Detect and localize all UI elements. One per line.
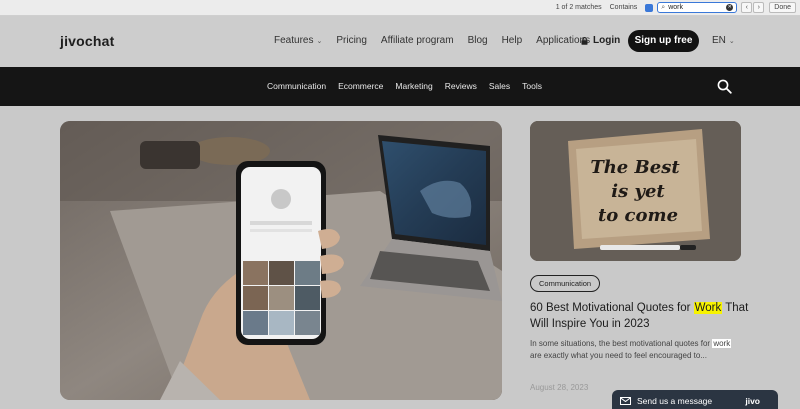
find-bar: 1 of 2 matches Contains ⌕ work ✕ ‹ › Don… <box>0 0 800 16</box>
chat-widget[interactable]: Send us a message jivo <box>612 390 778 409</box>
category-tools[interactable]: Tools <box>522 81 542 91</box>
language-label: EN <box>712 35 726 46</box>
article-excerpt-end: are exactly what you need to feel encour… <box>530 350 708 360</box>
phone-laptop-photo <box>60 121 502 400</box>
search-highlight: work <box>712 339 732 348</box>
chevron-down-icon: ⌄ <box>728 38 735 45</box>
search-icon[interactable] <box>717 79 732 94</box>
nav-affiliate[interactable]: Affiliate program <box>381 35 454 46</box>
category-nav: Communication Ecommerce Marketing Review… <box>267 81 554 91</box>
category-sales[interactable]: Sales <box>489 81 510 91</box>
quote-board-photo: The Best is yet to come <box>530 121 741 261</box>
find-options-icon[interactable] <box>645 3 654 12</box>
nav-blog[interactable]: Blog <box>468 35 488 46</box>
nav-features-label: Features <box>274 35 314 46</box>
find-mode-dropdown[interactable]: Contains <box>610 4 638 11</box>
article-excerpt-start: In some situations, the best motivationa… <box>530 339 713 348</box>
signup-button[interactable]: Sign up free <box>628 30 699 52</box>
find-next-button[interactable]: › <box>753 2 765 13</box>
find-done-button[interactable]: Done <box>769 2 796 13</box>
article-title[interactable]: 60 Best Motivational Quotes for Work Tha… <box>530 300 750 332</box>
mail-icon <box>620 397 631 405</box>
login-label: Login <box>593 35 621 46</box>
lock-icon <box>581 36 588 45</box>
chevron-down-icon: ⌄ <box>316 38 323 45</box>
main-nav: Features ⌄ Pricing Affiliate program Blog… <box>274 35 604 46</box>
article-date: August 28, 2023 <box>530 383 589 392</box>
nav-help[interactable]: Help <box>502 35 523 46</box>
site-header: jivochat Features ⌄ Pricing Affiliate pro… <box>0 16 800 67</box>
category-communication[interactable]: Communication <box>267 81 326 91</box>
category-bar: Communication Ecommerce Marketing Review… <box>0 67 800 106</box>
logo[interactable]: jivochat <box>60 33 115 49</box>
clear-icon[interactable]: ✕ <box>726 4 734 11</box>
login-link[interactable]: Login <box>581 35 620 46</box>
find-input[interactable]: ⌕ work ✕ <box>657 2 738 13</box>
find-match-count: 1 of 2 matches <box>555 4 602 11</box>
search-highlight: Work <box>693 302 723 314</box>
category-badge[interactable]: Communication <box>530 275 601 292</box>
category-ecommerce[interactable]: Ecommerce <box>338 81 383 91</box>
image-text-line-1: The Best <box>590 157 680 178</box>
nav-features[interactable]: Features ⌄ <box>274 35 322 46</box>
chat-label: Send us a message <box>637 396 713 406</box>
nav-pricing[interactable]: Pricing <box>336 35 367 46</box>
find-input-value: work <box>668 4 683 11</box>
image-text-line-2: is yet <box>611 181 665 202</box>
article-title-start: 60 Best Motivational Quotes for <box>530 302 694 314</box>
search-icon: ⌕ <box>661 3 666 11</box>
category-reviews[interactable]: Reviews <box>445 81 477 91</box>
image-text-line-3: to come <box>598 205 678 226</box>
language-selector[interactable]: EN ⌄ <box>712 35 735 46</box>
category-marketing[interactable]: Marketing <box>395 81 432 91</box>
chat-brand: jivo <box>745 396 760 406</box>
featured-article-image[interactable] <box>60 121 502 400</box>
article-image[interactable]: The Best is yet to come <box>530 121 741 261</box>
article-excerpt: In some situations, the best motivationa… <box>530 338 740 361</box>
find-previous-button[interactable]: ‹ <box>741 2 753 13</box>
